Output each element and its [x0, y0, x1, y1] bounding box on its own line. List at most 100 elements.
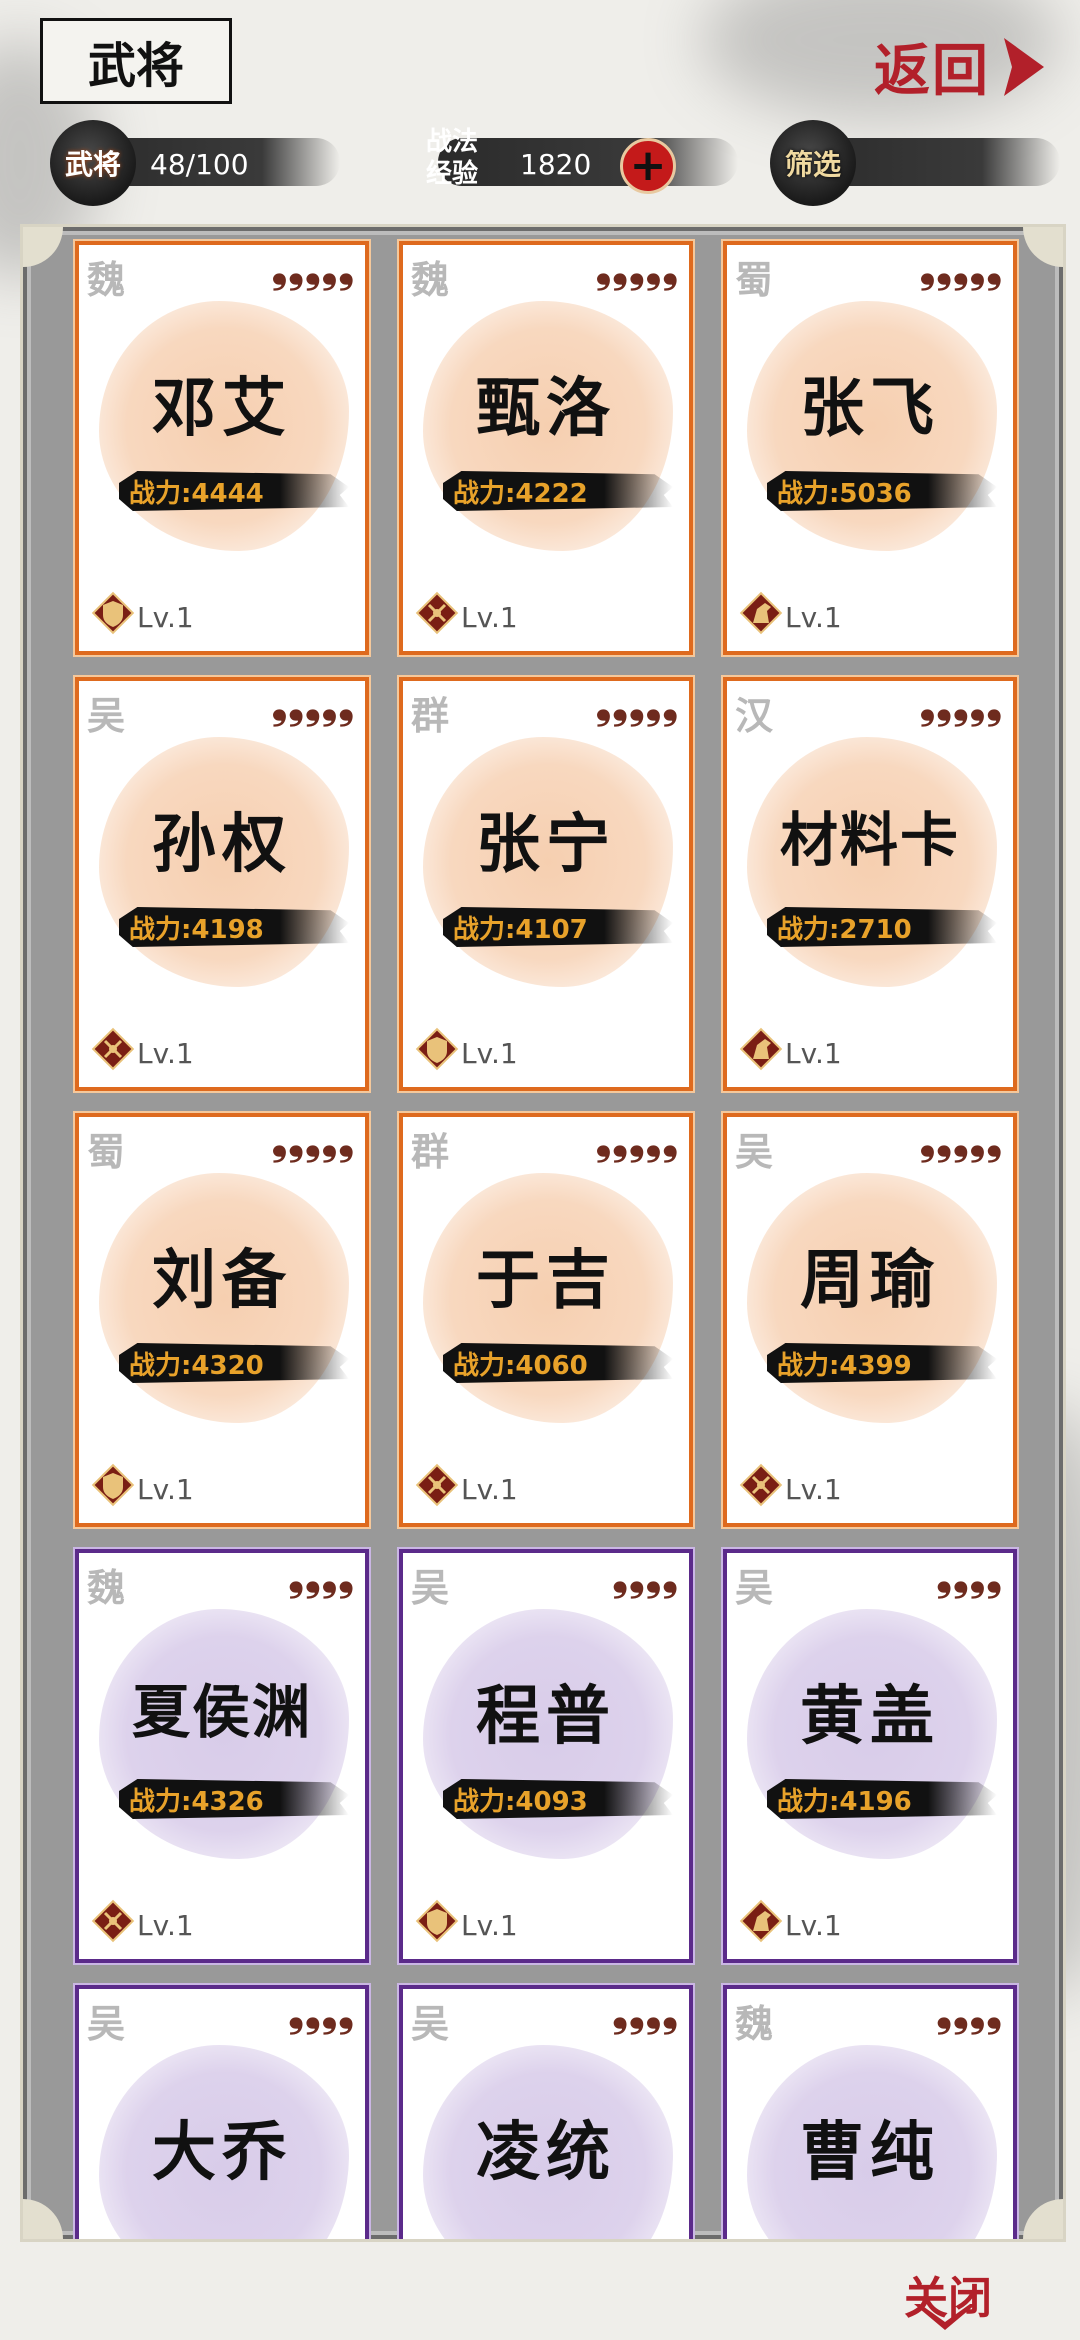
bow-icon	[739, 1463, 783, 1507]
hero-card[interactable]: 吴 ❟❟❟❟❟ 孙权 战力:4198 Lv.1	[75, 677, 369, 1091]
close-button[interactable]: 关闭	[880, 2262, 1030, 2340]
hero-card[interactable]: 吴 ❟❟❟❟ 黄盖战力:4196 Lv.1	[723, 1549, 1017, 1963]
hero-name: 黄盖	[800, 1679, 940, 1754]
bow-icon	[91, 1899, 135, 1943]
faction-label: 魏	[411, 258, 450, 302]
level-label: Lv.1	[461, 1909, 518, 1942]
level-label: Lv.1	[461, 1473, 518, 1506]
hero-card[interactable]: 魏 ❟❟❟❟❟ 甄洛 战力:4222 Lv.1	[399, 241, 693, 655]
horse-icon	[739, 1899, 783, 1943]
power-value: 战力:4198	[129, 915, 264, 945]
hero-name: 曹纯	[800, 2115, 940, 2190]
hero-card[interactable]: 魏 ❟❟❟❟❟ 邓艾 战力:4444 Lv.1	[75, 241, 369, 655]
power-value: 战力:4093	[453, 1787, 588, 1817]
level-label: Lv.1	[137, 1909, 194, 1942]
hero-card[interactable]: 群 ❟❟❟❟❟ 于吉 战力:4060 Lv.1	[399, 1113, 693, 1527]
level-label: Lv.1	[461, 1037, 518, 1070]
page-title: 武将	[40, 18, 232, 104]
hero-name: 甄洛	[476, 371, 616, 446]
power-value: 战力:4399	[777, 1351, 912, 1381]
star-rating: ❟❟❟❟❟	[271, 682, 355, 728]
shield-icon	[91, 591, 135, 635]
hero-card[interactable]: 汉 ❟❟❟❟❟ 材料卡战力:2710 Lv.1	[723, 677, 1017, 1091]
power-value: 战力:5036	[777, 479, 912, 509]
hero-name: 于吉	[476, 1243, 616, 1318]
hero-name: 夏侯渊	[131, 1678, 312, 1746]
faction-label: 魏	[87, 1566, 126, 1610]
faction-label: 吴	[735, 1130, 774, 1174]
top-bar: 武将 返回 武将 48/100 战法 经验 1820 + 筛选	[0, 0, 1080, 210]
add-exp-button[interactable]: +	[620, 138, 676, 194]
hero-name: 凌统	[476, 2115, 616, 2190]
level-label: Lv.1	[785, 1037, 842, 1070]
horse-icon	[739, 591, 783, 635]
faction-label: 吴	[87, 2002, 126, 2046]
shield-icon	[91, 1463, 135, 1507]
shield-icon	[415, 1899, 459, 1943]
star-rating: ❟❟❟❟	[612, 1990, 679, 2036]
faction-label: 汉	[735, 694, 774, 738]
level-label: Lv.1	[137, 1037, 194, 1070]
tactic-exp-label: 战法 经验	[425, 127, 478, 189]
power-value: 战力:4196	[777, 1787, 912, 1817]
hero-card[interactable]: 吴 ❟❟❟❟ 大乔	[75, 1985, 369, 2239]
power-value: 战力:4444	[129, 479, 264, 509]
hero-card[interactable]: 蜀 ❟❟❟❟❟ 刘备 战力:4320 Lv.1	[75, 1113, 369, 1527]
back-button[interactable]: 返回	[874, 26, 1054, 107]
star-rating: ❟❟❟❟	[288, 1554, 355, 1600]
faction-label: 群	[411, 1130, 450, 1174]
hero-card[interactable]: 蜀 ❟❟❟❟❟ 张飞 战力:5036 Lv.1	[723, 241, 1017, 655]
hero-list-panel[interactable]: 魏 ❟❟❟❟❟ 邓艾战力:4444 Lv.1 魏 ❟❟❟❟❟ 甄洛战力:4222 Lv.1 蜀 ❟…	[20, 224, 1066, 2242]
bow-icon	[415, 591, 459, 635]
filter-strip[interactable]: 筛选	[770, 120, 1060, 206]
faction-label: 群	[411, 694, 450, 738]
shield-icon	[415, 1027, 459, 1071]
power-value: 战力:2710	[777, 915, 912, 945]
star-rating: ❟❟❟❟❟	[919, 246, 1003, 292]
hero-name: 大乔	[152, 2115, 292, 2190]
faction-label: 吴	[411, 2002, 450, 2046]
star-rating: ❟❟❟❟❟	[595, 246, 679, 292]
chevron-down-icon	[914, 2304, 976, 2330]
star-rating: ❟❟❟❟❟	[595, 682, 679, 728]
chevron-right-icon	[1004, 37, 1044, 96]
faction-label: 蜀	[735, 258, 774, 302]
hero-card[interactable]: 魏 ❟❟❟❟ 夏侯渊 战力:4326 Lv.1	[75, 1549, 369, 1963]
power-value: 战力:4107	[453, 915, 588, 945]
hero-name: 材料卡	[779, 806, 960, 874]
star-rating: ❟❟❟❟	[612, 1554, 679, 1600]
star-rating: ❟❟❟❟❟	[919, 1118, 1003, 1164]
hero-count-strip: 武将 48/100	[50, 120, 350, 206]
power-value: 战力:4222	[453, 479, 588, 509]
hero-name: 邓艾	[152, 371, 292, 446]
filter-label: 筛选	[784, 148, 841, 181]
horse-icon	[739, 1027, 783, 1071]
hero-name: 刘备	[152, 1243, 292, 1318]
level-label: Lv.1	[785, 601, 842, 634]
hero-name: 周瑜	[800, 1243, 940, 1318]
filter-seal-icon[interactable]: 筛选	[770, 120, 856, 206]
faction-label: 吴	[411, 1566, 450, 1610]
power-value: 战力:4060	[453, 1351, 588, 1381]
hero-card[interactable]: 吴 ❟❟❟❟❟ 周瑜 战力:4399 Lv.1	[723, 1113, 1017, 1527]
level-label: Lv.1	[785, 1909, 842, 1942]
star-rating: ❟❟❟❟❟	[919, 682, 1003, 728]
hero-card[interactable]: 吴 ❟❟❟❟ 程普 战力:4093 Lv.1	[399, 1549, 693, 1963]
bow-icon	[415, 1463, 459, 1507]
hero-card[interactable]: 群 ❟❟❟❟❟ 张宁战力:4107 Lv.1	[399, 677, 693, 1091]
back-label: 返回	[874, 38, 990, 104]
hero-name: 孙权	[152, 807, 292, 882]
faction-label: 魏	[87, 258, 126, 302]
star-rating: ❟❟❟❟	[936, 1990, 1003, 2036]
level-label: Lv.1	[137, 1473, 194, 1506]
star-rating: ❟❟❟❟	[936, 1554, 1003, 1600]
hero-seal-icon: 武将	[50, 120, 136, 206]
power-value: 战力:4320	[129, 1351, 264, 1381]
hero-card[interactable]: 魏 ❟❟❟❟ 曹纯	[723, 1985, 1017, 2239]
faction-label: 吴	[735, 1566, 774, 1610]
bow-icon	[91, 1027, 135, 1071]
faction-label: 蜀	[87, 1130, 126, 1174]
star-rating: ❟❟❟❟	[288, 1990, 355, 2036]
hero-name: 张宁	[476, 807, 616, 882]
hero-card[interactable]: 吴 ❟❟❟❟ 凌统	[399, 1985, 693, 2239]
